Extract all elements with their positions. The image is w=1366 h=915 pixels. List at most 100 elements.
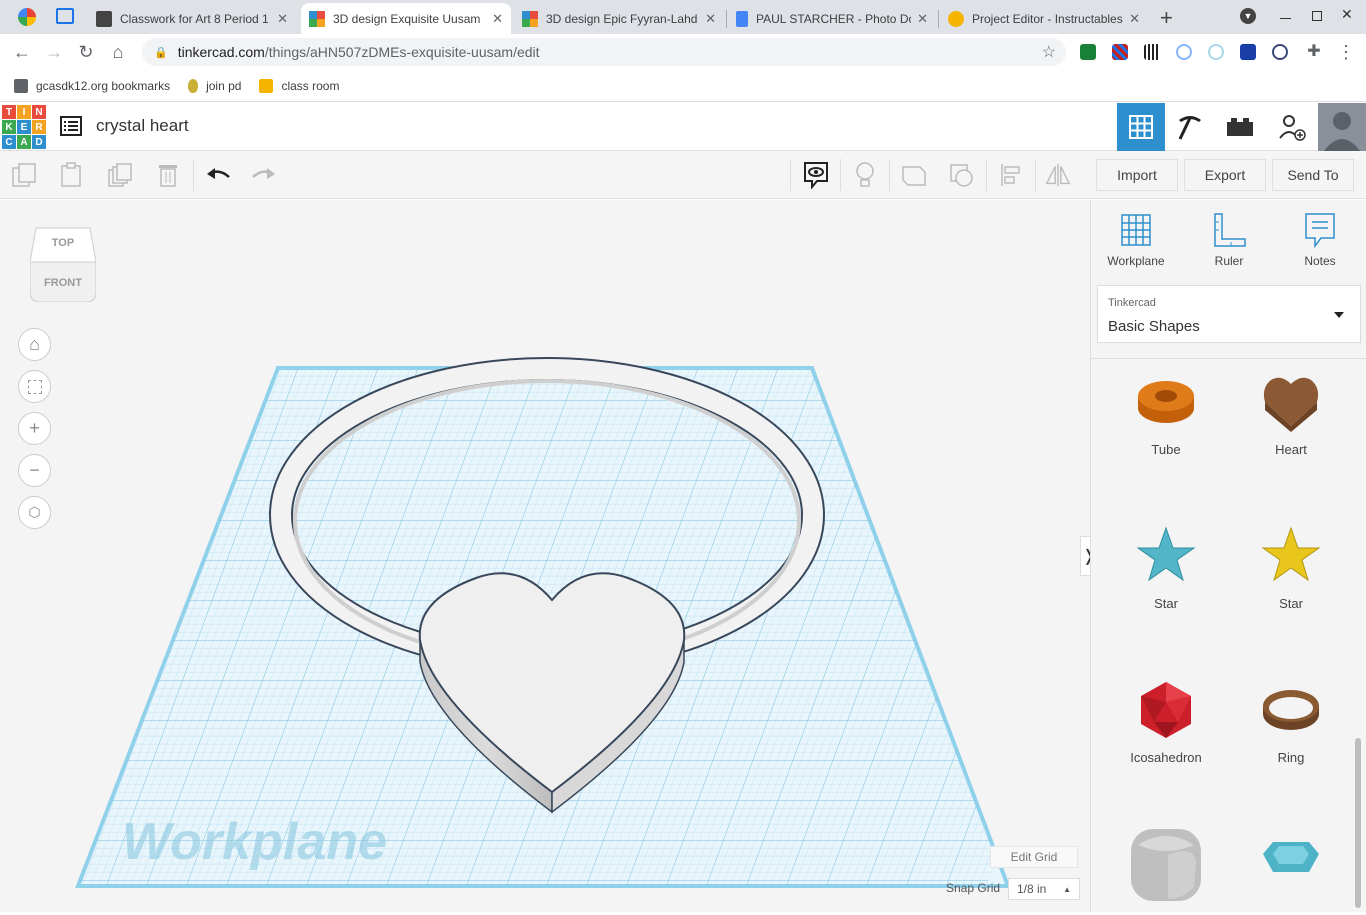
fit-icon [27, 379, 42, 394]
zoom-in-button[interactable]: + [18, 412, 51, 445]
close-icon[interactable]: ✕ [917, 11, 928, 27]
3d-view-button[interactable] [1117, 103, 1165, 151]
invite-user-button[interactable] [1268, 103, 1316, 151]
bookmark-class-room[interactable]: class room [259, 78, 339, 93]
shape-star-teal[interactable]: Star [1116, 526, 1216, 611]
edit-grid-button[interactable]: Edit Grid [990, 846, 1078, 868]
ungroup-button[interactable] [948, 161, 976, 189]
shield-extension-icon[interactable] [1272, 44, 1288, 60]
notes-visibility-button[interactable] [802, 161, 830, 189]
design-title[interactable]: crystal heart [96, 116, 189, 136]
copy-button[interactable] [10, 161, 38, 189]
perspective-button[interactable]: ⬡ [18, 496, 51, 529]
close-icon[interactable]: ✕ [492, 11, 503, 27]
shape-tube[interactable]: Tube [1116, 372, 1216, 457]
browser-tab-project-editor[interactable]: Project Editor - Instructables ✕ [940, 3, 1148, 34]
extension-icon[interactable] [1208, 44, 1224, 60]
avatar[interactable] [1318, 103, 1366, 151]
extension-icon[interactable] [1112, 44, 1128, 60]
import-button[interactable]: Import [1096, 159, 1178, 191]
shape-rounded-cube[interactable] [1116, 825, 1216, 915]
bookmark-star-icon[interactable]: ☆ [1042, 42, 1056, 62]
tube-icon [1138, 381, 1194, 423]
puzzle-icon[interactable]: ✚ [1302, 40, 1326, 64]
paste-button[interactable] [57, 161, 85, 189]
extension-icon[interactable] [1176, 44, 1192, 60]
zoom-out-button[interactable]: − [18, 454, 51, 487]
tab-search-icon[interactable] [56, 8, 74, 24]
add-user-icon [1279, 115, 1306, 141]
ruler-icon [1214, 213, 1246, 247]
group-button[interactable] [900, 161, 928, 189]
window-close-icon[interactable]: ✕ [1341, 6, 1353, 23]
back-icon[interactable]: ← [10, 40, 34, 64]
minimize-icon[interactable] [1280, 18, 1291, 19]
lightbulb-button[interactable] [851, 161, 879, 189]
sheets-extension-icon[interactable] [1080, 44, 1096, 60]
shape-heart[interactable]: Heart [1241, 372, 1341, 457]
codeblocks-button[interactable] [1166, 103, 1214, 151]
shape-gem[interactable] [1241, 838, 1341, 888]
tinkercad-icon [309, 10, 325, 27]
undo-icon [207, 168, 230, 179]
align-button[interactable] [997, 161, 1025, 189]
send-to-button[interactable]: Send To [1272, 159, 1354, 191]
mirror-button[interactable] [1044, 161, 1072, 189]
close-icon[interactable]: ✕ [277, 11, 288, 27]
snap-grid-value: 1/8 in [1017, 882, 1047, 896]
copy-icon [12, 163, 36, 187]
chrome-apps-icon[interactable] [18, 8, 36, 26]
extension-icon[interactable] [1240, 44, 1256, 60]
shape-icosahedron[interactable]: Icosahedron [1116, 680, 1216, 765]
close-icon[interactable]: ✕ [1129, 11, 1140, 27]
browser-tab-classwork[interactable]: Classwork for Art 8 Period 1 ✕ [88, 3, 296, 34]
ruler-tool[interactable]: Ruler [1194, 212, 1264, 268]
shape-library-select[interactable]: Tinkercad Basic Shapes [1097, 285, 1361, 343]
delete-button[interactable] [154, 161, 182, 189]
home-icon: ⌂ [29, 334, 40, 354]
shape-ring[interactable]: Ring [1241, 680, 1341, 765]
duplicate-button[interactable] [106, 161, 134, 189]
shapes-panel: Workplane Ruler Notes Tinkercad Basic Sh… [1090, 200, 1366, 912]
logo-letter: T [2, 105, 16, 119]
panel-scrollbar[interactable] [1355, 738, 1361, 908]
notes-tool[interactable]: Notes [1285, 212, 1355, 268]
logo-letter: R [32, 120, 46, 134]
redo-button[interactable] [250, 161, 278, 189]
bricks-button[interactable] [1216, 103, 1264, 151]
shape-star-yellow[interactable]: Star [1241, 526, 1341, 611]
view-cube[interactable]: TOP FRONT [29, 226, 97, 303]
tab-list-icon[interactable]: ▼ [1240, 8, 1256, 24]
tinkercad-logo[interactable]: T I N K E R C A D [2, 105, 46, 149]
snap-grid-select[interactable]: 1/8 in ▲ [1008, 878, 1080, 900]
browser-tab-epic-fyyran[interactable]: 3D design Epic Fyyran-Lahd ✕ [514, 3, 724, 34]
home-icon[interactable]: ⌂ [106, 40, 130, 64]
tinkercad-icon [522, 10, 538, 27]
bookmark-join-pd[interactable]: join pd [188, 78, 241, 93]
fit-view-button[interactable] [18, 370, 51, 403]
export-button[interactable]: Export [1184, 159, 1266, 191]
library-name: Basic Shapes [1108, 318, 1200, 335]
new-tab-icon[interactable]: + [1160, 5, 1173, 31]
panel-divider [1091, 358, 1366, 359]
forward-icon[interactable]: → [42, 40, 66, 64]
restore-icon[interactable] [1312, 11, 1322, 21]
address-bar[interactable]: 🔒 tinkercad.com/things/aHN507zDMEs-exqui… [142, 38, 1066, 66]
logo-letter: D [32, 135, 46, 149]
3d-viewport[interactable]: Workplane TOP FRONT ⌂ + − ⬡ Edit Grid Sn… [0, 200, 1090, 912]
classroom-icon [96, 10, 112, 27]
workplane-tool[interactable]: Workplane [1101, 212, 1171, 268]
toolbar-divider [1035, 159, 1036, 191]
bookmark-folder[interactable]: gcasdk12.org bookmarks [14, 78, 170, 93]
home-view-button[interactable]: ⌂ [18, 328, 51, 361]
design-list-icon[interactable] [59, 114, 83, 138]
browser-tab-paul-starcher[interactable]: PAUL STARCHER - Photo Do ✕ [728, 3, 936, 34]
menu-kebab-icon[interactable]: ⋮ [1334, 40, 1358, 64]
qr-code-extension-icon[interactable] [1144, 44, 1160, 60]
pear-icon [188, 78, 199, 93]
browser-tab-exquisite-uusam[interactable]: 3D design Exquisite Uusam ✕ [301, 3, 511, 34]
reload-icon[interactable]: ↻ [74, 40, 98, 64]
undo-button[interactable] [204, 161, 232, 189]
close-icon[interactable]: ✕ [705, 11, 716, 27]
workplane-watermark: Workplane [122, 813, 387, 871]
